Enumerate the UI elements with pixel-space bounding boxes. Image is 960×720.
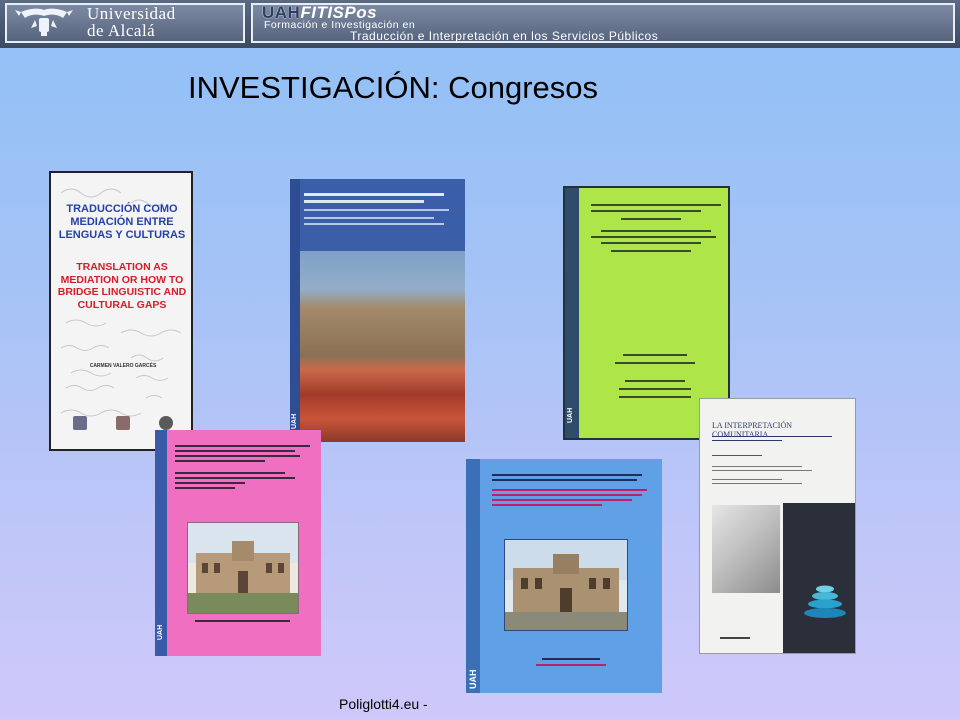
book4-cover-photo — [187, 522, 299, 614]
book6-stack-logo-icon — [804, 585, 846, 618]
page-title: INVESTIGACIÓN: Congresos — [188, 70, 599, 105]
book3-title-lines — [591, 200, 721, 256]
book1-editor: CARMEN VALERO GARCÉS — [89, 363, 157, 369]
book2-title-lines — [304, 189, 454, 229]
book3-editors — [615, 348, 695, 404]
book5-spine — [466, 459, 480, 693]
book3-spine — [565, 188, 579, 438]
book-cover-la-interpretacion-comunitaria: LA INTERPRETACIÓN COMUNITARIA — [699, 398, 856, 654]
book6-publisher-line — [720, 637, 750, 639]
program-subtitle-line2: Traducción e Interpretación en los Servi… — [350, 29, 659, 43]
book4-building-icon — [188, 523, 298, 613]
book1-title-es: TRADUCCIÓN COMO MEDIACIÓN ENTRE LENGUAS … — [58, 203, 186, 241]
book2-building-icon — [310, 437, 445, 442]
book5-cover-photo — [504, 539, 628, 631]
book5-editor-lines — [536, 655, 606, 670]
book2-spine — [290, 179, 300, 442]
book-cover-light-blue: UAH — [466, 459, 662, 693]
university-name-line1: Universidad — [87, 4, 176, 23]
book4-caption-line — [195, 620, 290, 622]
book5-spine-label: UAH — [468, 669, 478, 690]
book2-spine-label: UAH — [291, 413, 298, 429]
book1-title-en: TRANSLATION AS MEDIATION OR HOW TO BRIDG… — [57, 261, 187, 311]
university-crest-icon — [15, 8, 73, 36]
book6-subtitle-lines — [712, 433, 842, 487]
book5-building-icon — [505, 540, 627, 630]
book-cover-translation-as-mediation: TRADUCCIÓN COMO MEDIACIÓN ENTRE LENGUAS … — [49, 171, 193, 451]
book4-spine — [155, 430, 167, 656]
book-cover-blue-building: UAH — [290, 179, 465, 442]
book-cover-pink: UAH — [155, 430, 321, 656]
book3-spine-label: UAH — [567, 407, 574, 423]
book4-title-lines — [175, 442, 310, 492]
book5-title-lines — [492, 471, 652, 509]
book6-cover-photo — [712, 505, 780, 593]
university-name: Universidad de Alcalá — [87, 5, 176, 39]
book4-spine-label: UAH — [157, 624, 164, 640]
book6-dark-band — [783, 503, 855, 653]
header-bar: Universidad de Alcalá UAHFITISPos Formac… — [0, 0, 960, 48]
university-name-line2: de Alcalá — [87, 21, 156, 40]
book2-cover-photo — [290, 251, 465, 442]
footer-text: Poliglotti4.eu - — [339, 696, 428, 712]
